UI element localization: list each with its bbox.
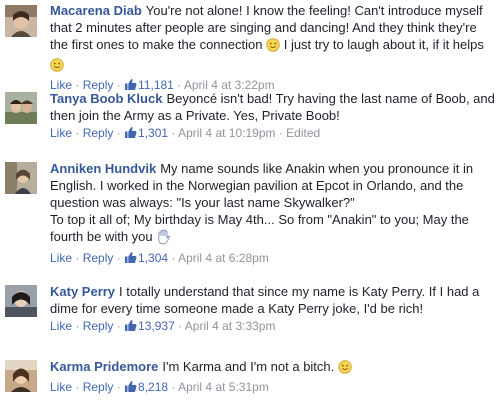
comment-author[interactable]: Anniken Hundvik — [50, 161, 156, 176]
reply-button[interactable]: Reply — [83, 319, 114, 333]
smiley-emoji-icon — [266, 38, 280, 56]
comment-text-part: To top it all of; My birthday is May 4th… — [50, 212, 469, 244]
comment-text: To top it all of; My birthday is May 4th… — [50, 211, 495, 249]
comment-timestamp[interactable]: April 4 at 6:28pm — [178, 251, 269, 265]
comment-text: Karma Pridemore I'm Karma and I'm not a b… — [50, 358, 495, 378]
edited-label[interactable]: Edited — [286, 126, 320, 140]
like-count[interactable]: 13,937 — [138, 319, 175, 333]
comment-text: Anniken Hundvik My name sounds like Anaki… — [50, 160, 495, 211]
comment-author[interactable]: Macarena Diab — [50, 3, 142, 18]
comment-actions: Like · Reply · 1,301 · April 4 at 10:19p… — [50, 125, 495, 144]
like-count[interactable]: 1,301 — [138, 126, 168, 140]
comment-text-part: I'm Karma and I'm not a bitch. — [162, 359, 335, 374]
comment-text: Tanya Boob Kluck Beyoncé isn't bad! Try h… — [50, 90, 495, 124]
avatar[interactable] — [5, 92, 37, 124]
avatar[interactable] — [5, 5, 37, 37]
waving-hand-emoji-icon — [156, 229, 171, 249]
like-button[interactable]: Like — [50, 319, 72, 333]
reply-button[interactable]: Reply — [83, 380, 114, 394]
comment-timestamp[interactable]: April 4 at 3:33pm — [185, 319, 276, 333]
thumbs-up-icon[interactable] — [124, 319, 137, 337]
comment-timestamp[interactable]: April 4 at 5:31pm — [178, 380, 269, 394]
like-button[interactable]: Like — [50, 126, 72, 140]
comment-text-part: I just try to laugh about it, if it help… — [283, 37, 484, 52]
comment-timestamp[interactable]: April 4 at 10:19pm — [178, 126, 275, 140]
comment-actions: Like · Reply · 13,937 · April 4 at 3:33p… — [50, 318, 495, 337]
smiley-emoji-icon — [338, 360, 352, 378]
comment-actions: Like · Reply · 1,304 · April 4 at 6:28pm — [50, 250, 495, 269]
comment-body: Karma Pridemore I'm Karma and I'm not a b… — [50, 358, 495, 398]
avatar[interactable] — [5, 360, 37, 392]
like-count[interactable]: 8,218 — [138, 380, 168, 394]
comment-body: Tanya Boob Kluck Beyoncé isn't bad! Try h… — [50, 90, 495, 144]
thumbs-up-icon[interactable] — [124, 251, 137, 269]
thumbs-up-icon[interactable] — [124, 380, 137, 398]
smiley-emoji-icon — [50, 58, 64, 76]
thumbs-up-icon[interactable] — [124, 126, 137, 144]
comment-actions: Like · Reply · 8,218 · April 4 at 5:31pm — [50, 379, 495, 398]
comment-text: Macarena Diab You're not alone! I know th… — [50, 2, 495, 76]
comment-body: Katy Perry I totally understand that sinc… — [50, 283, 495, 337]
comment-author[interactable]: Karma Pridemore — [50, 359, 158, 374]
comment-author[interactable]: Tanya Boob Kluck — [50, 91, 162, 106]
like-count[interactable]: 1,304 — [138, 251, 168, 265]
avatar[interactable] — [5, 162, 37, 194]
avatar[interactable] — [5, 285, 37, 317]
reply-button[interactable]: Reply — [83, 251, 114, 265]
reply-button[interactable]: Reply — [83, 126, 114, 140]
like-button[interactable]: Like — [50, 380, 72, 394]
comment-author[interactable]: Katy Perry — [50, 284, 115, 299]
comment-text: Katy Perry I totally understand that sinc… — [50, 283, 495, 317]
like-button[interactable]: Like — [50, 251, 72, 265]
comment-body: Anniken Hundvik My name sounds like Anaki… — [50, 160, 495, 269]
comment-body: Macarena Diab You're not alone! I know th… — [50, 2, 495, 96]
